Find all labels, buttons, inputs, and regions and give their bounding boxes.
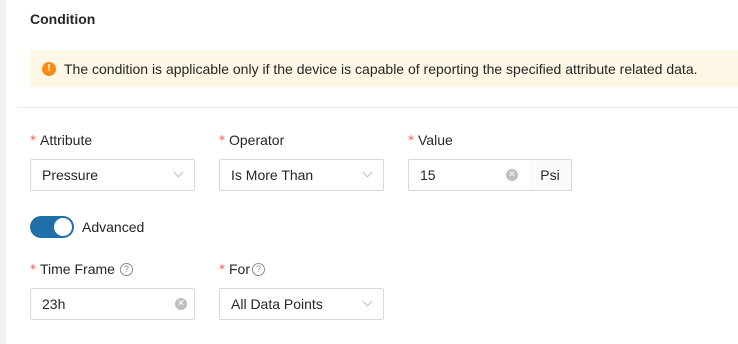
chevron-down-icon: [173, 167, 184, 178]
divider: [18, 107, 738, 108]
time-frame-label: * Time Frame ?: [30, 261, 133, 277]
value-label: * Value: [408, 132, 453, 148]
operator-label: * Operator: [219, 132, 284, 148]
required-marker: *: [30, 133, 36, 147]
advanced-label: Advanced: [82, 219, 145, 235]
required-marker: *: [408, 133, 414, 147]
clear-icon[interactable]: ✕: [175, 298, 187, 310]
required-marker: *: [30, 262, 36, 276]
time-frame-input[interactable]: 23h ✕: [30, 288, 195, 320]
info-alert: ! The condition is applicable only if th…: [30, 50, 738, 87]
for-label: * For ?: [219, 261, 265, 277]
condition-panel: Condition ! The condition is applicable …: [6, 0, 738, 344]
attribute-label: * Attribute: [30, 132, 92, 148]
attribute-select[interactable]: Pressure: [30, 159, 195, 191]
chevron-down-icon: [362, 296, 373, 307]
value-input-text: 15: [420, 167, 436, 183]
help-icon[interactable]: ?: [119, 262, 133, 276]
chevron-down-icon: [362, 167, 373, 178]
for-select-value: All Data Points: [231, 296, 323, 312]
time-frame-label-text: Time Frame: [40, 261, 115, 277]
time-frame-input-text: 23h: [42, 296, 66, 312]
required-marker: *: [219, 262, 225, 276]
clear-icon[interactable]: ✕: [506, 169, 518, 181]
section-title: Condition: [30, 11, 96, 27]
required-marker: *: [219, 133, 225, 147]
advanced-toggle[interactable]: [30, 216, 74, 238]
operator-label-text: Operator: [229, 132, 285, 148]
help-icon[interactable]: ?: [252, 262, 265, 276]
for-select[interactable]: All Data Points: [219, 288, 384, 320]
for-label-text: For: [229, 261, 250, 277]
value-label-text: Value: [418, 132, 453, 148]
alert-text: The condition is applicable only if the …: [64, 60, 698, 77]
operator-select[interactable]: Is More Than: [219, 159, 384, 191]
toggle-knob: [54, 218, 72, 236]
value-input[interactable]: 15 ✕: [408, 159, 530, 191]
attribute-select-value: Pressure: [42, 167, 99, 183]
operator-select-value: Is More Than: [231, 167, 314, 183]
exclamation-icon: !: [42, 61, 56, 76]
unit-addon: Psi: [529, 159, 572, 191]
attribute-label-text: Attribute: [40, 132, 93, 148]
